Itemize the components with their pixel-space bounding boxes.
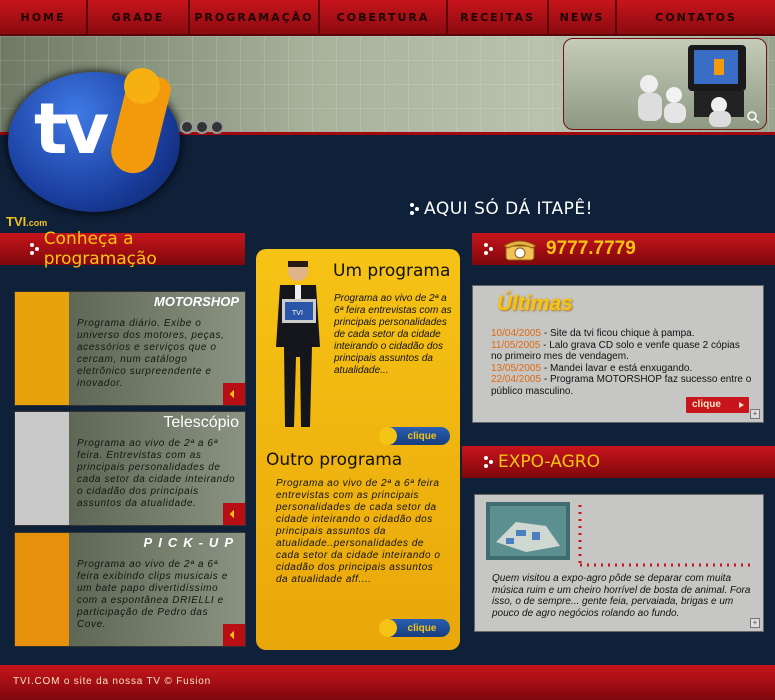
film-reels-icon [180, 120, 224, 134]
expand-icon[interactable]: + [750, 618, 760, 628]
telephone-icon [502, 240, 538, 261]
nav-contatos[interactable]: CONTATOS [617, 0, 775, 34]
nav-receitas[interactable]: RECEITAS [448, 0, 549, 34]
nav-programacao[interactable]: PROGRAMAÇÃO [190, 0, 320, 34]
program2-clique-button[interactable]: clique [379, 619, 450, 637]
program-description: Programa ao vivo de 2ª a 6ª feira exibin… [77, 559, 228, 630]
phone-bar: 9777.7779 [472, 233, 775, 265]
brand-label: TVI.com [6, 214, 48, 229]
expand-icon[interactable]: + [750, 409, 760, 419]
nav-home[interactable]: HOME [0, 0, 88, 34]
expo-map-image[interactable] [486, 502, 570, 560]
bullet-icon [484, 455, 493, 469]
news-item: 10/04/2005 - Site da tvi ficou chique à … [491, 328, 695, 339]
bullet-icon [30, 242, 39, 256]
program-name: MOTORSHOP [154, 294, 239, 309]
program-card-telescopio[interactable]: Telescópio Programa ao vivo de 2ª a 6ª f… [14, 411, 246, 526]
logo-dot [124, 68, 160, 104]
featured-programs-panel: TVI Um programa Programa ao vivo de 2ª a… [256, 249, 460, 650]
program-card-motorshop[interactable]: MOTORSHOP Programa diário. Exibe o unive… [14, 291, 246, 406]
program2-title: Outro programa [266, 450, 403, 470]
news-title: Últimas [497, 292, 573, 315]
program-name: Telescópio [163, 414, 239, 431]
program2-description: Programa ao vivo de 2ª a 6ª feira entrev… [276, 478, 441, 585]
arrow-icon[interactable] [223, 624, 245, 646]
tvi-logo[interactable]: tv [8, 68, 180, 212]
footer-text: TVI.COM o site da nossa TV © Fusion [13, 676, 212, 687]
expo-description: Quem visitou a expo-agro pôde se deparar… [492, 573, 751, 619]
slogan: AQUI SÓ DÁ ITAPÊ! [410, 199, 593, 219]
news-item: 11/05/2005 - Lalo grava CD solo e venfe … [491, 339, 740, 363]
nav-grade[interactable]: GRADE [88, 0, 190, 34]
bullet-icon [484, 242, 493, 256]
news-item: 22/04/2005 - Programa MOTORSHOP faz suce… [491, 374, 752, 397]
news-list: 10/04/2005 - Site da tvi ficou chique à … [491, 328, 753, 397]
program-name: PICK-UP [143, 535, 239, 550]
footer: TVI.COM o site da nossa TV © Fusion [0, 665, 775, 700]
kids-tv-photo[interactable] [563, 38, 767, 130]
phone-number: 9777.7779 [546, 238, 636, 259]
program1-title: Um programa [333, 261, 451, 281]
logo-text: tv [34, 88, 109, 170]
program-card-pickup[interactable]: PICK-UP Programa ao vivo de 2ª a 6ª feir… [14, 532, 246, 647]
kids-watching-tv-image [638, 45, 760, 127]
program1-description: Programa ao vivo de 2ª a 6ª feira entrev… [334, 293, 452, 376]
news-clique-button[interactable]: clique [686, 397, 749, 413]
news-item: 13/05/2005 - Mandei lavar e está enxugan… [491, 362, 693, 374]
arrow-icon [739, 402, 744, 408]
nav-news[interactable]: NEWS [549, 0, 617, 34]
nav-cobertura[interactable]: COBERTURA [320, 0, 448, 34]
program-description: Programa ao vivo de 2ª a 6ª feira. Entre… [77, 438, 236, 509]
news-panel: Últimas 10/04/2005 - Site da tvi ficou c… [472, 285, 764, 423]
dotted-decoration [578, 505, 754, 567]
programacao-header: Conheça a programação [0, 229, 245, 269]
arrow-icon[interactable] [223, 503, 245, 525]
laptop-screen-label: TVI [292, 310, 303, 317]
program-description: Programa diário. Exibe o universo dos mo… [77, 318, 225, 389]
presenter-with-laptop-image: TVI [276, 261, 320, 427]
expo-panel: Quem visitou a expo-agro pôde se deparar… [474, 494, 764, 632]
arrow-icon[interactable] [223, 383, 245, 405]
program1-clique-button[interactable]: clique [379, 427, 450, 445]
expo-header: EXPO-AGRO [462, 446, 775, 478]
bullet-icon [410, 202, 419, 216]
top-nav: HOME GRADE PROGRAMAÇÃO COBERTURA RECEITA… [0, 0, 775, 36]
